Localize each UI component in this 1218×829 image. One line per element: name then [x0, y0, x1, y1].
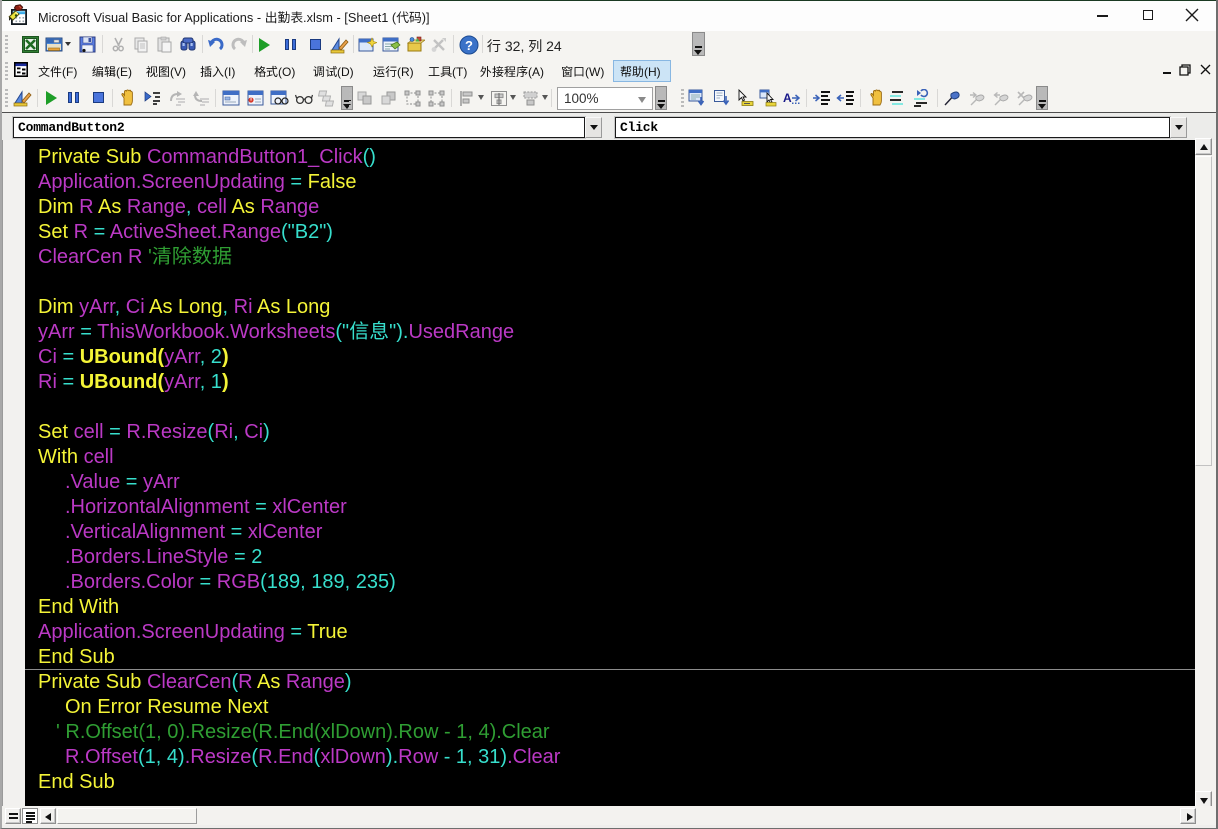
svg-text:?: ? [465, 38, 473, 53]
svg-text:A: A [783, 91, 792, 105]
